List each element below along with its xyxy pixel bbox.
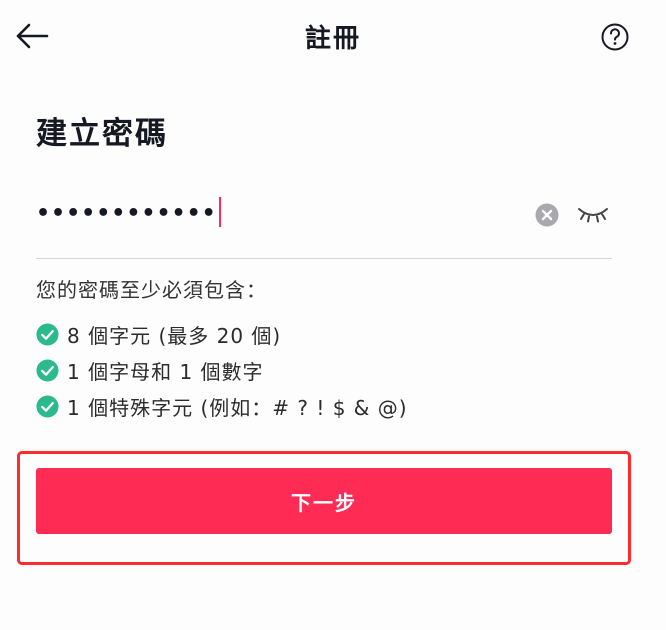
clear-icon[interactable] [535,203,559,227]
requirement-item: 1 個字母和 1 個數字 [36,352,408,388]
password-input[interactable]: •••••••••••• [36,194,222,234]
requirement-text: 8 個字元 (最多 20 個) [67,323,282,348]
requirement-text: 1 個特殊字元 (例如：# ? ! $ & @) [67,395,408,420]
requirement-item: 8 個字元 (最多 20 個) [36,316,408,352]
check-circle-icon [36,394,59,418]
requirement-item: 1 個特殊字元 (例如：# ? ! $ & @) [36,388,408,424]
check-circle-icon [36,358,59,382]
help-button[interactable] [598,20,632,54]
next-button[interactable]: 下一步 [36,468,612,534]
register-screen: 註冊 建立密碼 •••••••••••• 您的密碼至少必須包含： 8 個字元 (… [0,0,666,630]
form-heading: 建立密碼 [36,116,168,152]
question-circle-icon [601,23,629,51]
page-title: 註冊 [304,24,361,54]
text-caret [218,197,222,227]
requirement-text: 1 個字母和 1 個數字 [67,359,264,384]
check-circle-icon [36,322,59,346]
eye-closed-icon[interactable] [576,204,610,226]
password-value: •••••••••••• [36,201,217,226]
password-field[interactable]: •••••••••••• [36,186,612,259]
requirements-list: 8 個字元 (最多 20 個) 1 個字母和 1 個數字 1 個特殊字元 (例如… [36,316,408,424]
requirements-title: 您的密碼至少必須包含： [36,278,267,302]
header: 註冊 [0,0,666,72]
